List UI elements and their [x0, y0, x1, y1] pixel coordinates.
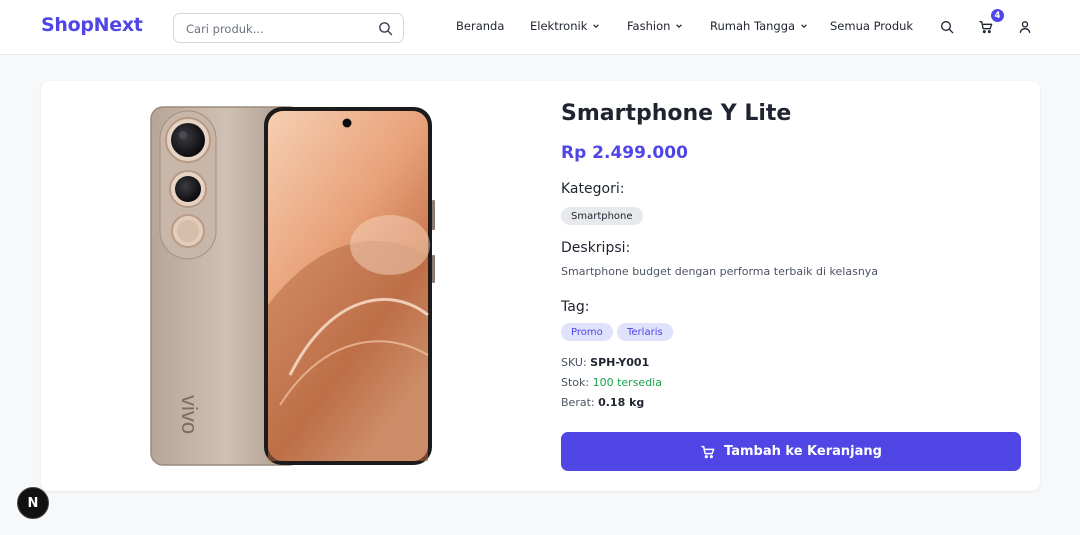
nav-item-beranda[interactable]: Beranda: [456, 19, 504, 33]
nav-item-label: Rumah Tangga: [710, 19, 796, 33]
dev-tools-badge[interactable]: N: [17, 487, 49, 519]
product-image: vivo: [150, 106, 435, 466]
sku-row: SKU: SPH-Y001: [561, 356, 649, 369]
nav-item-label: Elektronik: [530, 19, 588, 33]
product-description: Smartphone budget dengan performa terbai…: [561, 265, 879, 278]
sku-label: SKU:: [561, 356, 591, 369]
nav-item-rumah-tangga[interactable]: Rumah Tangga: [710, 19, 808, 33]
tags-label: Tag:: [561, 299, 590, 315]
description-label: Deskripsi:: [561, 240, 631, 256]
tag-chip-row: Promo Terlaris: [561, 323, 761, 341]
nav-item-semua-produk[interactable]: Semua Produk: [830, 19, 913, 33]
product-brand-mark: vivo: [177, 395, 202, 434]
weight-row: Berat: 0.18 kg: [561, 396, 644, 409]
cart-icon[interactable]: [978, 19, 994, 35]
search-box[interactable]: [173, 13, 404, 43]
search-input[interactable]: [186, 20, 366, 37]
user-icon[interactable]: [1017, 19, 1033, 35]
add-to-cart-button[interactable]: Tambah ke Keranjang: [561, 432, 1021, 471]
weight-value: 0.18 kg: [598, 396, 645, 409]
tag-chip-promo[interactable]: Promo: [561, 323, 613, 341]
product-price: Rp 2.499.000: [561, 143, 688, 163]
nav-item-label: Fashion: [627, 19, 671, 33]
category-label: Kategori:: [561, 181, 625, 197]
stock-value: 100 tersedia: [592, 376, 662, 389]
cart-count-badge: 4: [991, 9, 1004, 22]
nav-item-fashion[interactable]: Fashion: [627, 19, 683, 33]
brand-logo[interactable]: ShopNext: [41, 14, 143, 36]
cart-icon: [701, 445, 715, 458]
add-to-cart-label: Tambah ke Keranjang: [724, 444, 882, 459]
nav-item-label: Semua Produk: [830, 19, 914, 33]
stock-row: Stok: 100 tersedia: [561, 376, 662, 389]
search-icon[interactable]: [377, 20, 394, 37]
chevron-down-icon: [676, 24, 683, 29]
chevron-down-icon: [801, 24, 807, 29]
sku-value: SPH-Y001: [590, 356, 650, 369]
chevron-down-icon: [593, 24, 600, 29]
category-chip-row: Smartphone: [561, 207, 761, 225]
weight-label: Berat:: [561, 396, 599, 409]
tag-chip-terlaris[interactable]: Terlaris: [617, 323, 673, 341]
search-icon[interactable]: [939, 19, 955, 35]
nav-item-elektronik[interactable]: Elektronik: [530, 19, 600, 33]
top-navbar: ShopNext Beranda Elektronik Fashion Ruma…: [0, 0, 1080, 55]
stock-label: Stok:: [561, 376, 593, 389]
category-chip[interactable]: Smartphone: [561, 207, 643, 225]
product-title: Smartphone Y Lite: [561, 101, 792, 126]
nav-item-label: Beranda: [456, 19, 505, 33]
